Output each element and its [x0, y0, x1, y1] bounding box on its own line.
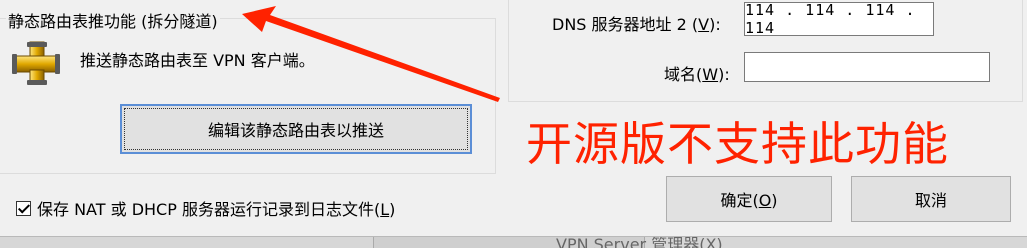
domain-name-access-key: W: [702, 65, 719, 84]
dns-server-2-label: DNS 服务器地址 2 (V):: [552, 11, 721, 35]
edit-static-route-button[interactable]: 编辑该静态路由表以推送: [120, 104, 472, 154]
dns-server-2-label-text: DNS 服务器地址 2 (: [552, 15, 699, 34]
save-log-label-text: 保存 NAT 或 DHCP 服务器运行记录到日志文件(: [37, 200, 381, 219]
ok-access-key: O: [758, 191, 772, 210]
dns-server-2-input[interactable]: 114 . 114 . 114 . 114: [744, 1, 934, 37]
checkbox-checked-icon[interactable]: [16, 200, 31, 216]
cancel-button-label: 取消: [914, 191, 947, 210]
pipe-fitting-icon: [12, 41, 60, 85]
ok-label-suffix: ): [771, 191, 778, 210]
domain-name-label: 域名(W):: [664, 61, 730, 85]
save-log-checkbox-label: 保存 NAT 或 DHCP 服务器运行记录到日志文件(L): [37, 196, 395, 220]
save-log-checkbox-row[interactable]: 保存 NAT 或 DHCP 服务器运行记录到日志文件(L): [16, 196, 395, 220]
save-log-access-key: L: [380, 200, 390, 219]
edit-static-route-button-label: 编辑该静态路由表以推送: [207, 121, 384, 140]
ok-button-label: 确定(O): [720, 187, 777, 211]
dns-server-2-access-key: V: [698, 15, 710, 34]
dns-server-2-label-suffix: ):: [709, 15, 721, 34]
static-route-group-title: 静态路由表推功能 (拆分隧道): [6, 8, 220, 32]
ok-label-text: 确定(: [720, 191, 759, 210]
cancel-button[interactable]: 取消: [851, 176, 1011, 222]
dns-server-2-value: 114 . 114 . 114 . 114: [745, 1, 916, 37]
background-window-title: VPN Server 管理器(X): [556, 236, 723, 248]
domain-name-label-text: 域名(: [664, 65, 703, 84]
domain-name-input[interactable]: [744, 52, 990, 82]
save-log-label-suffix: ): [389, 200, 396, 219]
annotation-text: 开源版不支持此功能: [526, 117, 949, 171]
ok-button[interactable]: 确定(O): [666, 176, 832, 222]
background-window-strip: VPN Server 管理器(X): [0, 236, 1027, 248]
static-route-description: 推送静态路由表至 VPN 客户端。: [80, 51, 315, 70]
domain-name-label-suffix: ):: [718, 65, 730, 84]
